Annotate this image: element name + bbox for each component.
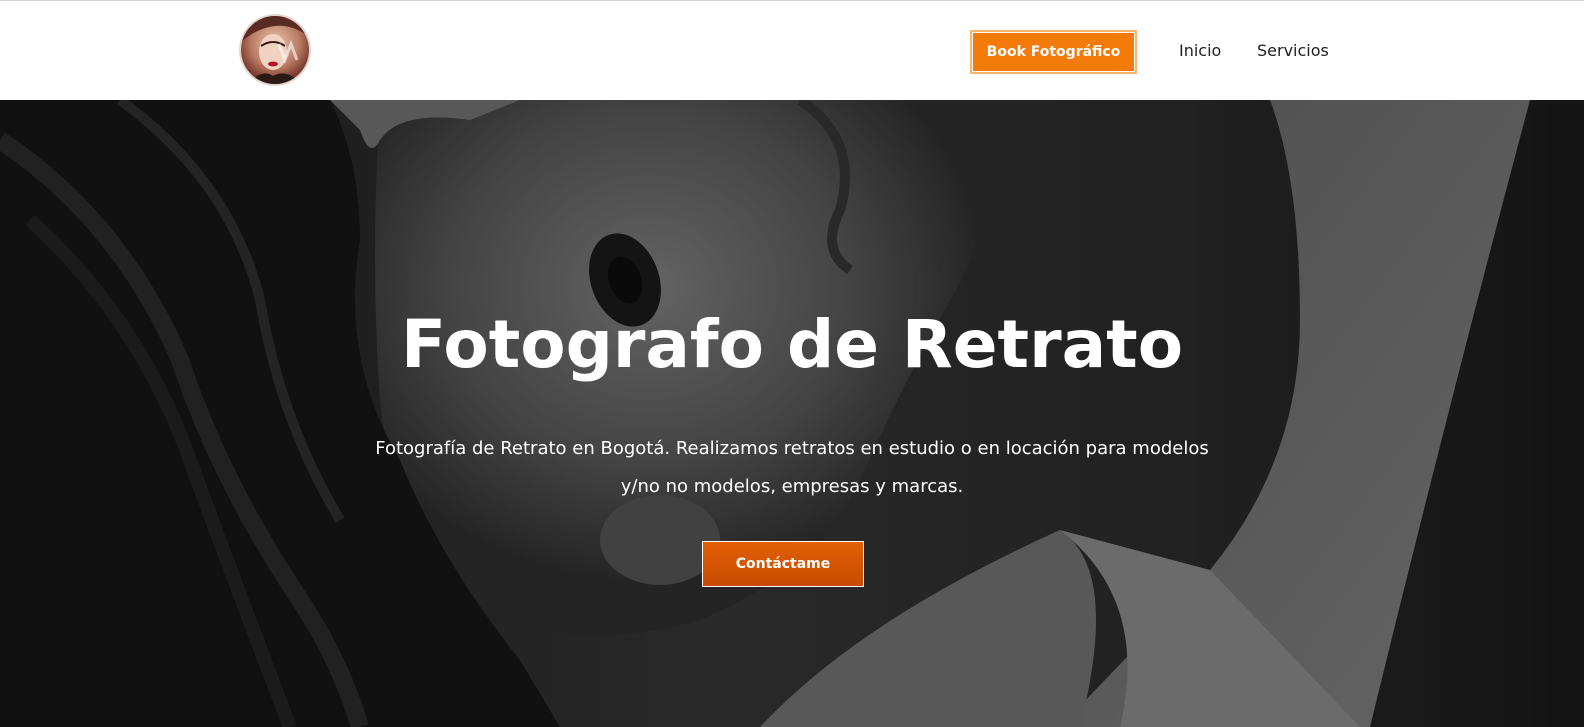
nav-servicios-link[interactable]: Servicios <box>1257 41 1329 60</box>
hero-section: Fotografo de Retrato Fotografía de Retra… <box>0 100 1584 727</box>
site-header: Book Fotográfico Inicio Servicios <box>0 0 1584 100</box>
portrait-logo-icon <box>241 16 309 84</box>
hero-subtitle: Fotografía de Retrato en Bogotá. Realiza… <box>375 438 1209 497</box>
book-fotografico-button[interactable]: Book Fotográfico <box>970 30 1137 74</box>
hero-overlay <box>0 100 1584 727</box>
logo-avatar[interactable] <box>241 16 309 84</box>
nav-inicio-link[interactable]: Inicio <box>1179 41 1221 60</box>
hero-title: Fotografo de Retrato <box>400 306 1184 383</box>
contactame-button[interactable]: Contáctame <box>702 541 864 587</box>
